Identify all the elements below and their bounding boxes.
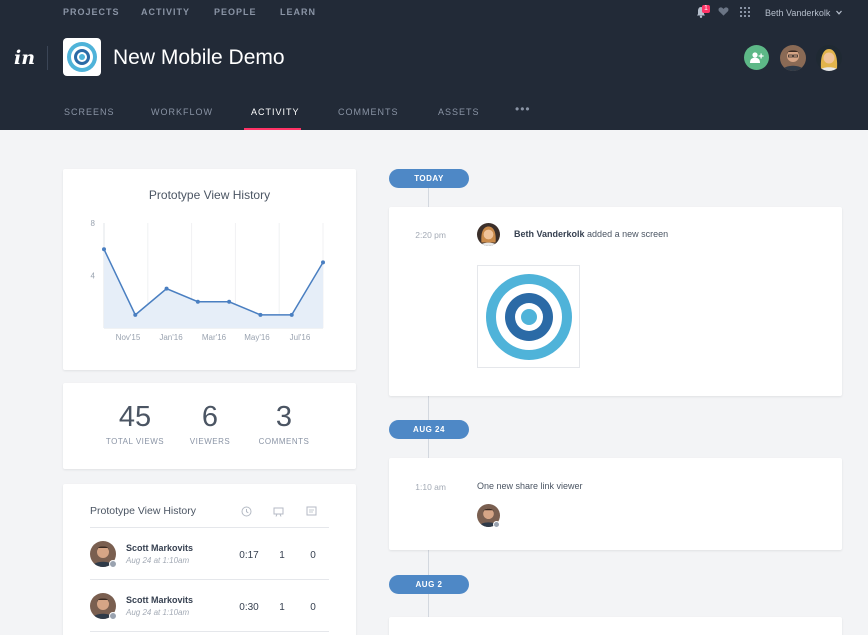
date-pill-aug-24: AUG 24 <box>389 420 469 439</box>
stat-value: 3 <box>275 401 293 433</box>
stat-value: 45 <box>118 401 152 433</box>
series-area <box>104 249 323 328</box>
comment-count: 0 <box>310 602 316 613</box>
data-point <box>195 299 200 304</box>
stat-label: VIEWERS <box>189 437 231 446</box>
activity-time: 1:10 am <box>415 482 446 492</box>
active-tab-indicator <box>244 128 301 130</box>
target-icon <box>486 274 572 360</box>
x-tick-label: Jan'16 <box>159 333 183 342</box>
chevron-down-icon[interactable] <box>836 10 842 15</box>
x-tick-label: Nov'15 <box>116 333 141 342</box>
nav-projects[interactable]: PROJECTS <box>63 7 120 17</box>
y-tick-label: 4 <box>91 272 96 281</box>
data-point <box>289 312 294 317</box>
stat-label: TOTAL VIEWS <box>105 437 165 446</box>
data-point <box>164 286 169 291</box>
data-point <box>227 299 232 304</box>
add-user-icon <box>750 52 764 63</box>
activity-text: Beth Vanderkolk added a new screen <box>514 229 668 239</box>
divider <box>47 46 48 70</box>
clock-icon <box>241 506 252 517</box>
tab-activity[interactable]: ACTIVITY <box>251 107 300 117</box>
activity-item[interactable] <box>389 617 842 635</box>
share-count: 1 <box>279 602 285 613</box>
view-duration: 0:17 <box>239 550 259 561</box>
project-thumbnail[interactable] <box>63 38 101 76</box>
activity-action: added a new screen <box>587 229 669 239</box>
date-pill-aug-2: AUG 2 <box>389 575 469 594</box>
activity-item[interactable]: 1:10 am One new share link viewer <box>389 458 842 550</box>
comment-count: 0 <box>310 550 316 561</box>
nav-activity[interactable]: ACTIVITY <box>141 7 190 17</box>
status-dot <box>493 521 500 528</box>
actor-name[interactable]: Beth Vanderkolk <box>514 229 585 239</box>
table-row[interactable]: Scott Markovits Aug 24 at 1:10am 0:17 1 … <box>90 528 329 578</box>
invision-logo[interactable]: in <box>14 47 35 69</box>
data-point <box>321 260 325 265</box>
viewer-name: Scott Markovits <box>126 595 194 605</box>
apps-grid-icon[interactable] <box>740 7 750 17</box>
nav-people[interactable]: PEOPLE <box>214 7 257 17</box>
avatar <box>477 223 500 246</box>
nav-learn[interactable]: LEARN <box>280 7 316 17</box>
user-menu[interactable]: Beth Vanderkolk <box>765 8 830 18</box>
stat-viewers: 6 VIEWERS <box>170 401 250 446</box>
activity-item[interactable]: 2:20 pm Beth Vanderkolk added a new scre… <box>389 207 842 396</box>
share-count: 1 <box>279 550 285 561</box>
activity-text: One new share link viewer <box>477 481 583 491</box>
x-tick-label: Jul'16 <box>290 333 311 342</box>
activity-time: 2:20 pm <box>415 230 446 240</box>
data-point <box>258 312 263 317</box>
stat-label: COMMENTS <box>258 437 310 446</box>
data-point <box>102 247 106 252</box>
heart-icon[interactable] <box>718 6 729 17</box>
x-tick-label: Mar'16 <box>202 333 227 342</box>
tab-assets[interactable]: ASSETS <box>438 107 480 117</box>
share-icon <box>273 507 284 517</box>
view-duration: 0:30 <box>239 602 259 613</box>
project-title: New Mobile Demo <box>113 46 285 69</box>
viewer-name: Scott Markovits <box>126 543 194 553</box>
target-icon <box>67 42 97 72</box>
table-row[interactable]: Scott Markovits Aug 24 at 1:10am 0:30 1 … <box>90 580 329 630</box>
view-history-chart-card: Prototype View History 8 4 Nov'15 Jan'16 Mar… <box>63 169 356 370</box>
table-title: Prototype View History <box>90 505 197 517</box>
screen-thumbnail[interactable] <box>477 265 580 368</box>
avatar[interactable] <box>780 45 806 71</box>
comment-icon <box>306 506 317 516</box>
status-dot <box>109 560 117 568</box>
divider <box>90 631 329 632</box>
stat-comments: 3 COMMENTS <box>244 401 324 446</box>
more-tabs-button[interactable]: ••• <box>515 102 531 116</box>
top-nav: PROJECTS ACTIVITY PEOPLE LEARN 1 Beth Va… <box>0 0 868 25</box>
data-point <box>133 312 138 317</box>
add-user-button[interactable] <box>744 45 769 70</box>
y-tick-label: 8 <box>91 219 96 228</box>
tab-comments[interactable]: COMMENTS <box>338 107 399 117</box>
tab-workflow[interactable]: WORKFLOW <box>151 107 213 117</box>
viewer-date: Aug 24 at 1:10am <box>126 556 190 565</box>
avatar[interactable] <box>816 45 842 71</box>
tab-screens[interactable]: SCREENS <box>64 107 115 117</box>
stats-card: 45 TOTAL VIEWS 6 VIEWERS 3 COMMENTS <box>63 383 356 469</box>
status-dot <box>109 612 117 620</box>
notification-badge: 1 <box>702 5 710 13</box>
stat-total-views: 45 TOTAL VIEWS <box>95 401 175 446</box>
date-pill-today: TODAY <box>389 169 469 188</box>
stat-value: 6 <box>201 401 219 433</box>
project-header: in New Mobile Demo SCREENS WORKFLOW ACTI… <box>0 25 868 130</box>
viewer-table-card: Prototype View History Scott Markovits A… <box>63 484 356 635</box>
view-history-chart: 8 4 Nov'15 Jan'16 Mar'16 May'16 Jul'16 <box>91 219 325 342</box>
viewer-date: Aug 24 at 1:10am <box>126 608 190 617</box>
x-tick-label: May'16 <box>244 333 270 342</box>
